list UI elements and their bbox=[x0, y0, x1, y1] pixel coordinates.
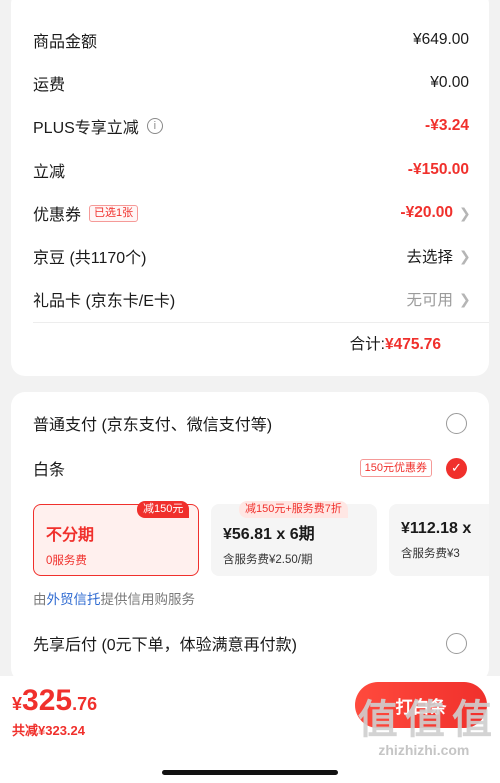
plan-sub: 含服务费¥2.50/期 bbox=[223, 554, 313, 566]
total-label: 合计: bbox=[349, 336, 385, 353]
plus-discount-label: PLUS专享立减 bbox=[33, 120, 139, 137]
baitiao-label: 白条 bbox=[33, 462, 66, 479]
pay-later-option[interactable]: 先享后付 (0元下单，体验满意再付款) bbox=[33, 628, 467, 658]
coupon-row[interactable]: 优惠券 已选1张 -¥20.00 ❯ bbox=[33, 198, 471, 228]
shipping-label: 运费 bbox=[33, 77, 66, 94]
plan-main: ¥56.81 x 6期 bbox=[223, 526, 315, 543]
watermark-logo: 值 值 值 bbox=[357, 698, 492, 742]
total-row: 合计: ¥475.76 bbox=[350, 332, 441, 354]
plus-discount-value: -¥3.24 bbox=[425, 117, 469, 134]
chevron-right-icon: ❯ bbox=[459, 204, 471, 221]
total-saving: 共减¥323.24 bbox=[12, 723, 85, 738]
jingdou-label: 京豆 (共1170个) bbox=[33, 250, 147, 267]
divider bbox=[33, 322, 489, 323]
provider-link[interactable]: 外贸信托 bbox=[47, 592, 101, 607]
plus-discount-label-wrap: PLUS专享立减 i bbox=[33, 114, 163, 138]
coupon-label: 优惠券 bbox=[33, 207, 82, 224]
watermark-url: zhizhizhi.com bbox=[378, 742, 470, 758]
shipping-value: ¥0.00 bbox=[430, 74, 469, 91]
price-decimal: .76 bbox=[72, 694, 98, 714]
normal-payment-option[interactable]: 普通支付 (京东支付、微信支付等) bbox=[33, 408, 467, 438]
baitiao-promo-tag: 150元优惠券 bbox=[359, 459, 432, 477]
plan-sub: 0服务费 bbox=[46, 555, 87, 567]
plan-sub: 含服务费¥3 bbox=[401, 548, 460, 560]
plan-12-months[interactable]: ¥112.18 x 含服务费¥3 bbox=[389, 504, 489, 576]
final-price: ¥325.76 bbox=[12, 684, 97, 718]
jingdou-row[interactable]: 京豆 (共1170个) 去选择 ❯ bbox=[33, 241, 471, 271]
coupon-selected-badge: 已选1张 bbox=[89, 204, 139, 222]
chevron-right-icon: ❯ bbox=[459, 290, 471, 307]
shipping-row: 运费 ¥0.00 bbox=[33, 68, 469, 98]
baitiao-right: 150元优惠券 ✓ bbox=[359, 457, 467, 479]
baitiao-option[interactable]: 白条 150元优惠券 ✓ bbox=[33, 453, 467, 483]
jingdou-value: 去选择 bbox=[406, 249, 453, 266]
jingdou-value-wrap: 去选择 ❯ bbox=[406, 245, 471, 267]
gift-card-value-wrap: 无可用 ❯ bbox=[406, 288, 471, 310]
instant-discount-value: -¥150.00 bbox=[407, 161, 469, 178]
coupon-value: -¥20.00 bbox=[400, 204, 453, 221]
provider-suffix: 提供信用购服务 bbox=[100, 592, 196, 607]
gift-card-label: 礼品卡 (京东卡/E卡) bbox=[33, 293, 176, 310]
instant-discount-label: 立减 bbox=[33, 164, 66, 181]
plan-discount-tag: 减150元 bbox=[137, 501, 190, 518]
chevron-right-icon: ❯ bbox=[459, 247, 471, 264]
gift-card-row[interactable]: 礼品卡 (京东卡/E卡) 无可用 ❯ bbox=[33, 284, 471, 314]
radio-unchecked[interactable] bbox=[446, 412, 467, 434]
total-value: ¥475.76 bbox=[384, 336, 441, 353]
normal-payment-label: 普通支付 (京东支付、微信支付等) bbox=[33, 417, 273, 434]
home-indicator bbox=[162, 770, 338, 775]
goods-amount-value: ¥649.00 bbox=[412, 31, 469, 48]
info-icon[interactable]: i bbox=[146, 118, 163, 134]
watermark: 值 值 值 zhizhizhi.com bbox=[357, 698, 492, 758]
radio-checked-icon[interactable]: ✓ bbox=[446, 457, 467, 479]
currency-symbol: ¥ bbox=[12, 694, 23, 714]
provider-prefix: 由 bbox=[33, 592, 47, 607]
pay-later-label: 先享后付 (0元下单，体验满意再付款) bbox=[33, 637, 298, 654]
plan-main: 不分期 bbox=[46, 527, 95, 544]
goods-amount-row: 商品金额 ¥649.00 bbox=[33, 25, 469, 55]
coupon-value-wrap: -¥20.00 ❯ bbox=[400, 204, 471, 222]
plus-discount-row: PLUS专享立减 i -¥3.24 bbox=[33, 111, 469, 141]
gift-card-value: 无可用 bbox=[406, 292, 453, 309]
instant-discount-row: 立减 -¥150.00 bbox=[33, 155, 469, 185]
coupon-label-wrap: 优惠券 已选1张 bbox=[33, 201, 139, 225]
plan-main: ¥112.18 x bbox=[401, 520, 472, 537]
payment-method-card: 普通支付 (京东支付、微信支付等) 白条 150元优惠券 ✓ 不分期 0服务费 … bbox=[11, 392, 489, 682]
goods-amount-label: 商品金额 bbox=[33, 34, 98, 51]
order-summary-card: 商品金额 ¥649.00 运费 ¥0.00 PLUS专享立减 i -¥3.24 … bbox=[11, 0, 489, 376]
credit-provider-note: 由外贸信托提供信用购服务 bbox=[33, 588, 195, 608]
plan-discount-tag: 减150元+服务费7折 bbox=[239, 501, 348, 518]
radio-unchecked[interactable] bbox=[446, 632, 467, 654]
price-integer: 325 bbox=[22, 684, 73, 717]
